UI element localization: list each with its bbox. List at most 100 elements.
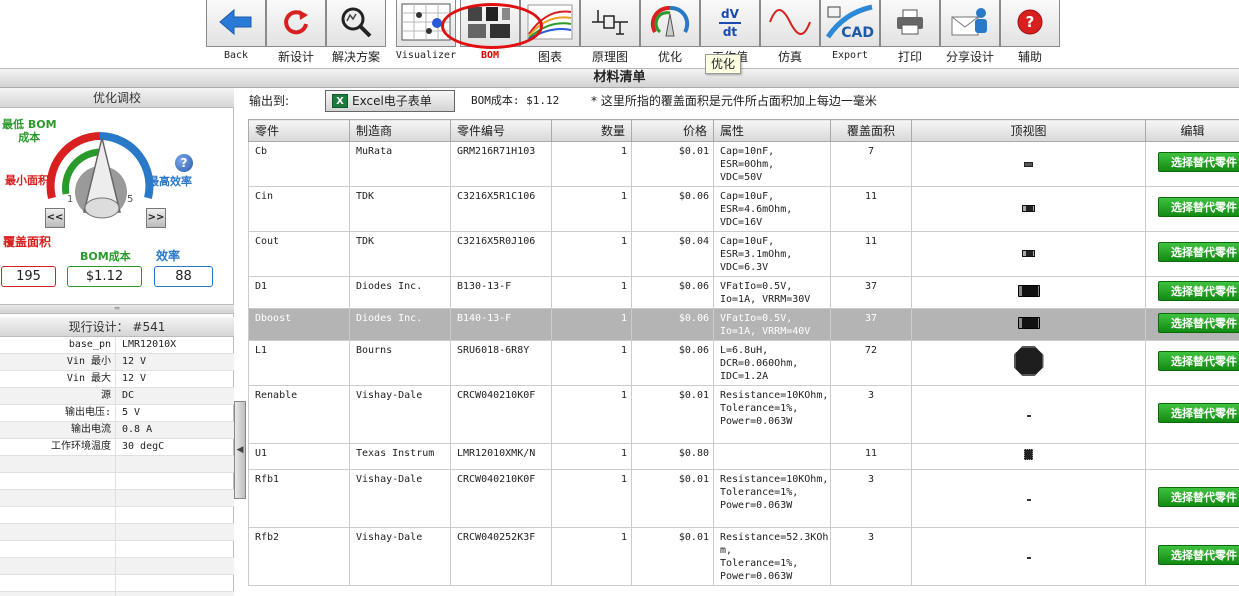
property-value: DC: [122, 390, 135, 401]
design-properties: base_pn LMR12010X Vin 最小 12 V Vin 最大 12 V 源 DC 输…: [0, 337, 234, 596]
property-value: [116, 507, 234, 523]
col-edit[interactable]: 编辑: [1145, 119, 1239, 142]
new-design-button[interactable]: 新设计: [266, 0, 326, 64]
property-row: Vin 最小 12 V: [0, 354, 234, 371]
metric-bom-value: $1.12: [67, 266, 142, 287]
edit-cell: [1145, 443, 1239, 470]
property-key: [0, 558, 116, 574]
col-footprint[interactable]: 覆盖面积: [830, 119, 912, 142]
simulation-button[interactable]: 仿真: [760, 0, 820, 64]
property-row: [0, 524, 234, 541]
select-replacement-button[interactable]: 选择替代零件: [1158, 351, 1239, 371]
part-number: CRCW040210K0F: [450, 469, 552, 528]
property-key: base_pn: [0, 337, 116, 353]
select-replacement-button[interactable]: 选择替代零件: [1158, 402, 1239, 423]
bom-row[interactable]: Cb MuRata GRM216R71H103 1 $0.01 Cap=10nF, ESR…: [248, 141, 1239, 187]
property-value: [116, 558, 234, 574]
part-name: U1: [248, 443, 350, 470]
select-replacement-button[interactable]: 选择替代零件: [1158, 152, 1239, 172]
property-row: [0, 541, 234, 558]
select-replacement-button[interactable]: 选择替代零件: [1158, 197, 1239, 217]
part-name: Rfb2: [248, 527, 350, 586]
property-value: 0.8 A: [122, 424, 153, 435]
property-key: [0, 524, 116, 540]
select-replacement-button[interactable]: 选择替代零件: [1158, 242, 1239, 262]
bom-row[interactable]: Cout TDK C3216X5R0J106 1 $0.04 Cap=10uF, ESR=…: [248, 231, 1239, 277]
export-button[interactable]: CAD Export: [820, 0, 880, 64]
property-key: 输出电压:: [0, 405, 116, 421]
col-attributes[interactable]: 属性: [713, 119, 831, 142]
left-panel: 优化调校 最低 BOM 成本 最小面积 最高效率 1 5 ? << >> 覆盖面…: [0, 88, 234, 596]
property-row: [0, 473, 234, 490]
part-name: Rfb1: [248, 469, 350, 528]
tuner-help-icon[interactable]: ?: [175, 154, 193, 172]
panel-collapse-handle[interactable]: ◀: [234, 401, 246, 499]
quantity: 1: [551, 186, 632, 232]
manufacturer: Diodes Inc.: [349, 276, 451, 309]
panel-resize-grip[interactable]: ═: [0, 304, 234, 314]
quantity: 1: [551, 340, 632, 386]
property-value: 30 degC: [122, 441, 165, 452]
property-value: 5 V: [122, 407, 141, 418]
tuner-next-button[interactable]: >>: [146, 208, 166, 228]
col-price[interactable]: 价格: [631, 119, 714, 142]
part-name: Renable: [248, 385, 350, 444]
attributes: Resistance=52.3KOhm, Tolerance=1%, Power…: [713, 527, 831, 586]
part-name: L1: [248, 340, 350, 386]
bom-row[interactable]: U1 Texas Instrum LMR12010XMK/N 1 $0.80 11: [248, 443, 1239, 470]
bom-row[interactable]: Cin TDK C3216X5R1C106 1 $0.06 Cap=10uF, ESR=4…: [248, 186, 1239, 232]
bom-header-row: 零件 制造商 零件编号 数量 价格 属性 覆盖面积 顶视图 编辑: [248, 119, 1239, 142]
bom-row[interactable]: Dboost Diodes Inc. B140-13-F 1 $0.06 VFatIo=0…: [248, 308, 1239, 341]
back-button[interactable]: Back: [206, 0, 266, 64]
part-name: Dboost: [248, 308, 350, 341]
bom-row[interactable]: Renable Vishay-Dale CRCW040210K0F 1 $0.01 Res…: [248, 385, 1239, 444]
excel-export-button[interactable]: X Excel电子表单: [325, 90, 455, 112]
quantity: 1: [551, 308, 632, 341]
select-replacement-button[interactable]: 选择替代零件: [1158, 312, 1239, 333]
tuner-prev-button[interactable]: <<: [45, 208, 65, 228]
select-replacement-button[interactable]: 选择替代零件: [1158, 280, 1239, 301]
col-part[interactable]: 零件: [248, 119, 350, 142]
property-key: [0, 456, 116, 472]
footprint-icon: [1026, 415, 1031, 417]
part-number: CRCW040210K0F: [450, 385, 552, 444]
bom-row[interactable]: L1 Bourns SRU6018-6R8Y 1 $0.06 L=6.8uH, DCR=0…: [248, 340, 1239, 386]
footprint-area: 37: [830, 276, 912, 309]
col-manufacturer[interactable]: 制造商: [349, 119, 451, 142]
schematic-button[interactable]: 原理图: [580, 0, 640, 64]
property-row: Vin 最大 12 V: [0, 371, 234, 388]
dvdt-numerator: dV: [721, 7, 739, 21]
edit-cell: 选择替代零件: [1145, 385, 1239, 444]
select-replacement-button[interactable]: 选择替代零件: [1158, 544, 1239, 565]
col-part-number[interactable]: 零件编号: [450, 119, 552, 142]
part-number: GRM216R71H103: [450, 141, 552, 187]
help-button[interactable]: ? 辅助: [1000, 0, 1060, 64]
part-name: Cin: [248, 186, 350, 232]
optimize-tuner: 最低 BOM 成本 最小面积 最高效率 1 5 ? << >> 覆盖面积 BOM…: [0, 110, 234, 306]
bom-row[interactable]: D1 Diodes Inc. B130-13-F 1 $0.06 VFatIo=0.5V,…: [248, 276, 1239, 309]
part-number: B130-13-F: [450, 276, 552, 309]
col-quantity[interactable]: 数量: [551, 119, 632, 142]
help-icon: ?: [1016, 8, 1044, 39]
col-top-view[interactable]: 顶视图: [911, 119, 1146, 142]
solutions-button[interactable]: 解决方案: [326, 0, 386, 64]
top-view-cell: [911, 276, 1146, 309]
optimize-button[interactable]: 优化: [640, 0, 700, 64]
edit-cell: 选择替代零件: [1145, 276, 1239, 309]
attributes: Cap=10uF, ESR=4.6mOhm, VDC=16V: [713, 186, 831, 232]
print-button[interactable]: 打印: [880, 0, 940, 64]
manufacturer: Bourns: [349, 340, 451, 386]
select-replacement-button[interactable]: 选择替代零件: [1158, 486, 1239, 507]
help-label: 辅助: [1017, 50, 1042, 64]
part-number: CRCW040252K3F: [450, 527, 552, 586]
bom-row[interactable]: Rfb2 Vishay-Dale CRCW040252K3F 1 $0.01 Resist…: [248, 527, 1239, 586]
footprint-icon: [1017, 316, 1040, 329]
property-row: [0, 507, 234, 524]
footprint-area: 3: [830, 527, 912, 586]
share-design-button[interactable]: 分享设计: [940, 0, 1000, 64]
manufacturer: TDK: [349, 231, 451, 277]
footprint-icon: [1026, 557, 1031, 559]
metric-efficiency-value: 88: [154, 266, 213, 287]
bom-row[interactable]: Rfb1 Vishay-Dale CRCW040210K0F 1 $0.01 Resist…: [248, 469, 1239, 528]
top-view-cell: [911, 141, 1146, 187]
